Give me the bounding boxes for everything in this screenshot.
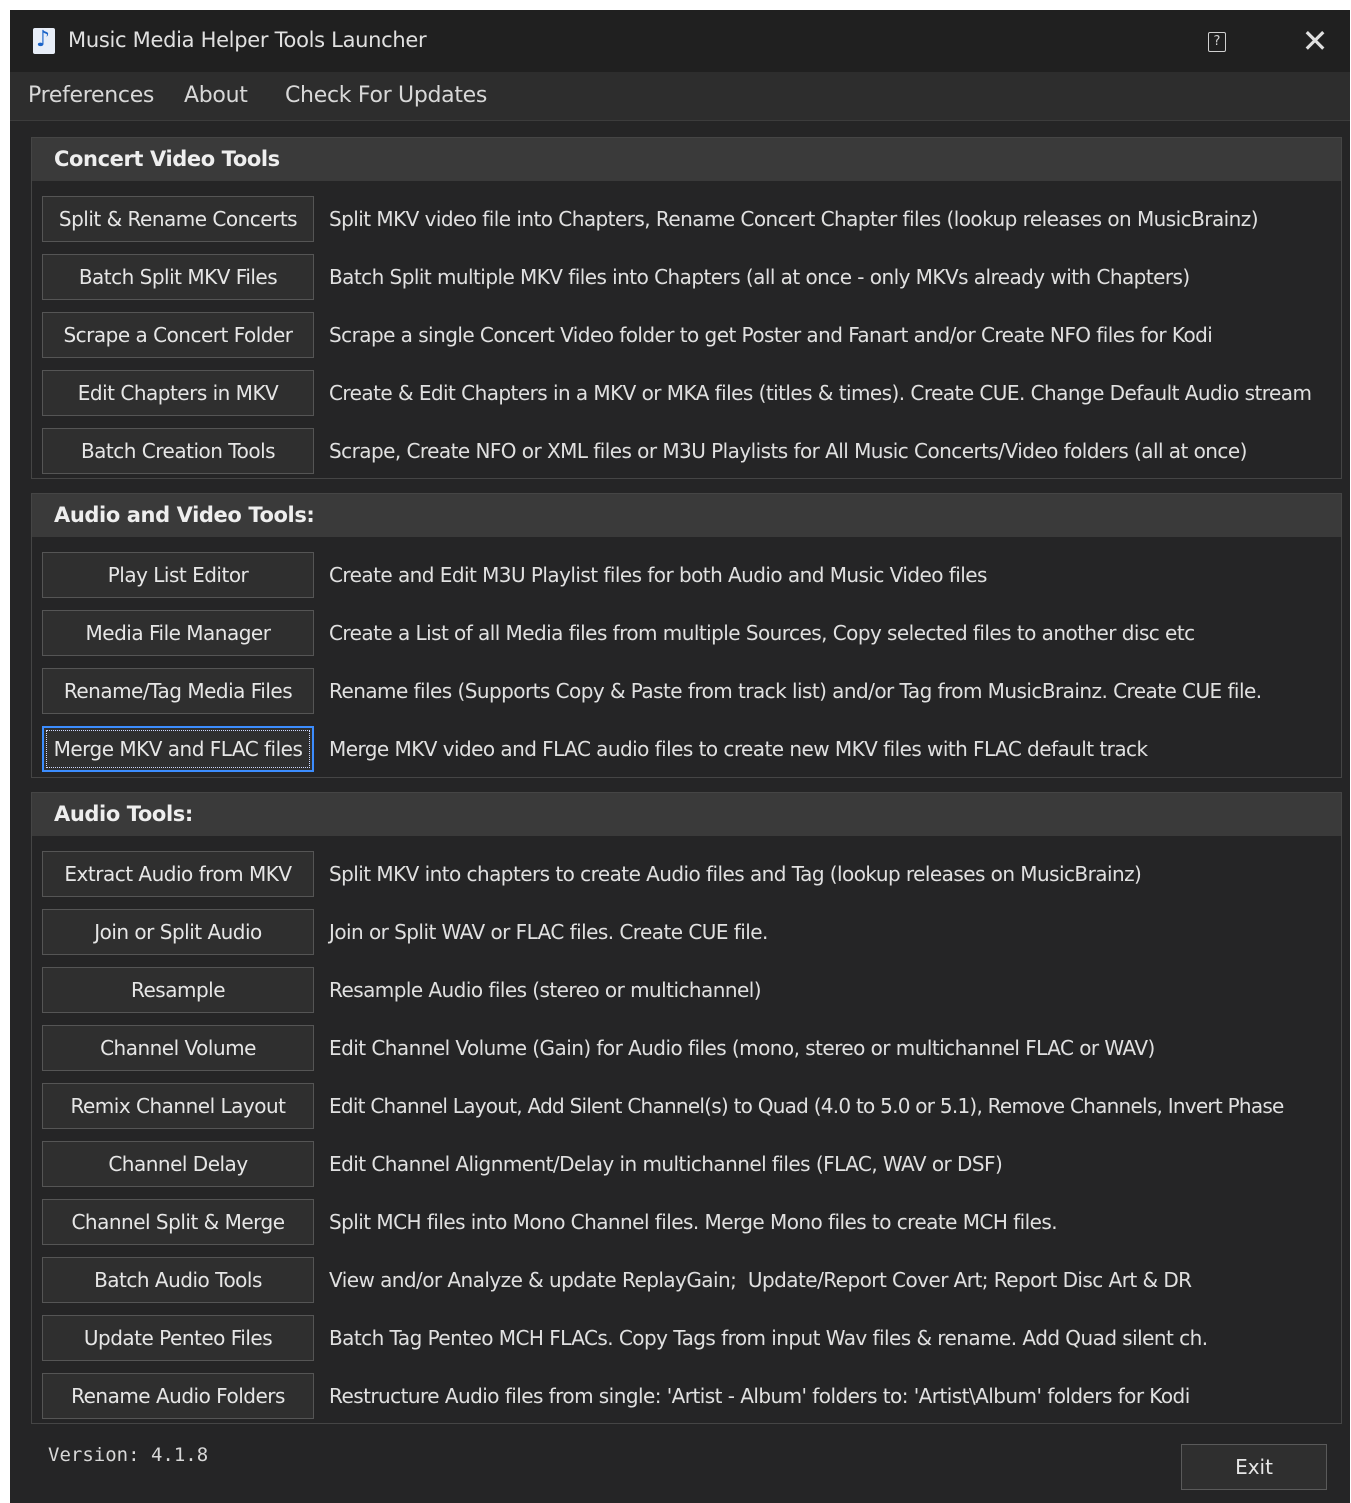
launcher-window: Music Media Helper Tools Launcher ? ✕ Pr… bbox=[10, 10, 1350, 1503]
merge-mkv-flac-button[interactable]: Merge MKV and FLAC files bbox=[42, 726, 314, 772]
tool-description: Edit Channel Alignment/Delay in multicha… bbox=[329, 1152, 1003, 1176]
tool-row: Batch Creation Tools Scrape, Create NFO … bbox=[32, 428, 1341, 474]
group-header: Concert Video Tools bbox=[32, 138, 1341, 181]
tool-description: Create a List of all Media files from mu… bbox=[329, 621, 1195, 645]
tool-description: Split MKV into chapters to create Audio … bbox=[329, 862, 1142, 886]
extract-audio-mkv-button[interactable]: Extract Audio from MKV bbox=[42, 851, 314, 897]
tool-row: Channel Split & Merge Split MCH files in… bbox=[32, 1199, 1341, 1245]
channel-split-merge-button[interactable]: Channel Split & Merge bbox=[42, 1199, 314, 1245]
tool-description: View and/or Analyze & update ReplayGain;… bbox=[329, 1268, 1192, 1292]
tool-description: Scrape, Create NFO or XML files or M3U P… bbox=[329, 439, 1247, 463]
tool-row: Channel Delay Edit Channel Alignment/Del… bbox=[32, 1141, 1341, 1187]
menu-item-about[interactable]: About bbox=[184, 83, 248, 108]
remix-channel-layout-button[interactable]: Remix Channel Layout bbox=[42, 1083, 314, 1129]
music-note-icon bbox=[33, 27, 55, 54]
rename-tag-media-files-button[interactable]: Rename/Tag Media Files bbox=[42, 668, 314, 714]
window-title: Music Media Helper Tools Launcher bbox=[68, 28, 427, 52]
group-audio-video-tools: Audio and Video Tools: Play List Editor … bbox=[31, 493, 1342, 778]
tool-description: Batch Tag Penteo MCH FLACs. Copy Tags fr… bbox=[329, 1326, 1208, 1350]
edit-chapters-mkv-button[interactable]: Edit Chapters in MKV bbox=[42, 370, 314, 416]
play-list-editor-button[interactable]: Play List Editor bbox=[42, 552, 314, 598]
title-bar[interactable]: Music Media Helper Tools Launcher ? ✕ bbox=[10, 10, 1350, 72]
split-rename-concerts-button[interactable]: Split & Rename Concerts bbox=[42, 196, 314, 242]
tool-description: Create and Edit M3U Playlist files for b… bbox=[329, 563, 987, 587]
tool-description: Scrape a single Concert Video folder to … bbox=[329, 323, 1213, 347]
batch-creation-tools-button[interactable]: Batch Creation Tools bbox=[42, 428, 314, 474]
join-split-audio-button[interactable]: Join or Split Audio bbox=[42, 909, 314, 955]
menu-item-check-for-updates[interactable]: Check For Updates bbox=[285, 83, 487, 108]
tool-row: Scrape a Concert Folder Scrape a single … bbox=[32, 312, 1341, 358]
tool-description: Edit Channel Volume (Gain) for Audio fil… bbox=[329, 1036, 1155, 1060]
media-file-manager-button[interactable]: Media File Manager bbox=[42, 610, 314, 656]
channel-volume-button[interactable]: Channel Volume bbox=[42, 1025, 314, 1071]
tool-row: Remix Channel Layout Edit Channel Layout… bbox=[32, 1083, 1341, 1129]
scrape-concert-folder-button[interactable]: Scrape a Concert Folder bbox=[42, 312, 314, 358]
resample-button[interactable]: Resample bbox=[42, 967, 314, 1013]
tool-row: Merge MKV and FLAC files Merge MKV video… bbox=[32, 726, 1341, 772]
tool-description: Edit Channel Layout, Add Silent Channel(… bbox=[329, 1094, 1284, 1118]
tool-description: Resample Audio files (stereo or multicha… bbox=[329, 978, 762, 1002]
tool-description: Split MCH files into Mono Channel files.… bbox=[329, 1210, 1058, 1234]
tool-row: Rename/Tag Media Files Rename files (Sup… bbox=[32, 668, 1341, 714]
group-title: Concert Video Tools bbox=[54, 147, 280, 171]
tool-row: Rename Audio Folders Restructure Audio f… bbox=[32, 1373, 1341, 1419]
tool-description: Split MKV video file into Chapters, Rena… bbox=[329, 207, 1259, 231]
tool-row: Channel Volume Edit Channel Volume (Gain… bbox=[32, 1025, 1341, 1071]
batch-split-mkv-button[interactable]: Batch Split MKV Files bbox=[42, 254, 314, 300]
tool-row: Batch Audio Tools View and/or Analyze & … bbox=[32, 1257, 1341, 1303]
batch-audio-tools-button[interactable]: Batch Audio Tools bbox=[42, 1257, 314, 1303]
group-header: Audio Tools: bbox=[32, 793, 1341, 836]
tool-row: Edit Chapters in MKV Create & Edit Chapt… bbox=[32, 370, 1341, 416]
tool-description: Create & Edit Chapters in a MKV or MKA f… bbox=[329, 381, 1312, 405]
menu-bar: Preferences About Check For Updates bbox=[10, 72, 1350, 121]
group-audio-tools: Audio Tools: Extract Audio from MKV Spli… bbox=[31, 792, 1342, 1424]
tool-description: Join or Split WAV or FLAC files. Create … bbox=[329, 920, 768, 944]
close-icon[interactable]: ✕ bbox=[1300, 24, 1330, 58]
tool-description: Restructure Audio files from single: 'Ar… bbox=[329, 1384, 1190, 1408]
group-concert-video-tools: Concert Video Tools Split & Rename Conce… bbox=[31, 137, 1342, 479]
update-penteo-files-button[interactable]: Update Penteo Files bbox=[42, 1315, 314, 1361]
exit-button[interactable]: Exit bbox=[1181, 1444, 1327, 1490]
menu-item-preferences[interactable]: Preferences bbox=[28, 83, 154, 108]
tool-row: Resample Resample Audio files (stereo or… bbox=[32, 967, 1341, 1013]
tool-row: Update Penteo Files Batch Tag Penteo MCH… bbox=[32, 1315, 1341, 1361]
tool-row: Split & Rename Concerts Split MKV video … bbox=[32, 196, 1341, 242]
group-header: Audio and Video Tools: bbox=[32, 494, 1341, 537]
tool-row: Media File Manager Create a List of all … bbox=[32, 610, 1341, 656]
group-title: Audio and Video Tools: bbox=[54, 503, 315, 527]
tool-description: Merge MKV video and FLAC audio files to … bbox=[329, 737, 1148, 761]
tool-description: Batch Split multiple MKV files into Chap… bbox=[329, 265, 1190, 289]
tool-row: Play List Editor Create and Edit M3U Pla… bbox=[32, 552, 1341, 598]
group-title: Audio Tools: bbox=[54, 802, 193, 826]
rename-audio-folders-button[interactable]: Rename Audio Folders bbox=[42, 1373, 314, 1419]
tool-description: Rename files (Supports Copy & Paste from… bbox=[329, 679, 1262, 703]
help-icon[interactable]: ? bbox=[1208, 32, 1226, 52]
version-label: Version: 4.1.8 bbox=[48, 1444, 209, 1466]
tool-row: Join or Split Audio Join or Split WAV or… bbox=[32, 909, 1341, 955]
tool-row: Batch Split MKV Files Batch Split multip… bbox=[32, 254, 1341, 300]
channel-delay-button[interactable]: Channel Delay bbox=[42, 1141, 314, 1187]
tool-row: Extract Audio from MKV Split MKV into ch… bbox=[32, 851, 1341, 897]
